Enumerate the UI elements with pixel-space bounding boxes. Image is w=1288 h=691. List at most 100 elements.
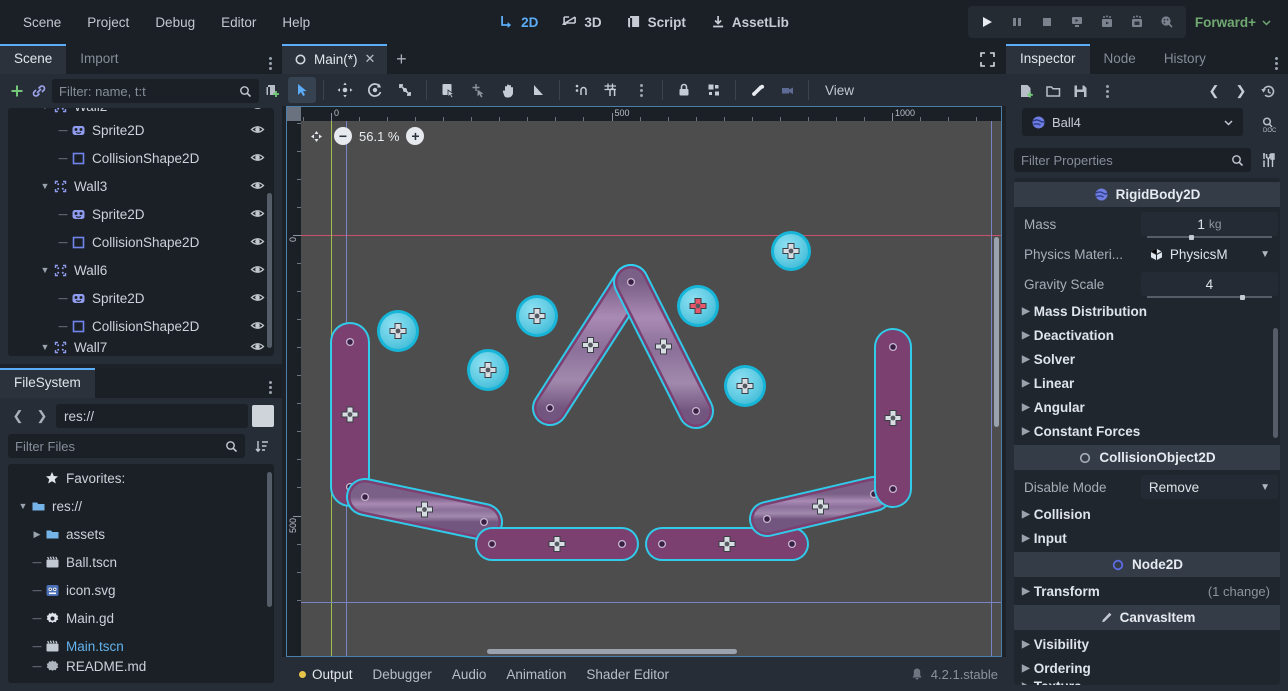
fs-back-button[interactable]: ❮ (8, 405, 28, 427)
viewport-horizontal-scrollbar[interactable] (487, 649, 737, 654)
attach-script-button[interactable] (263, 79, 281, 103)
chevron-right-icon[interactable]: ▶ (1022, 402, 1030, 413)
tab-node[interactable]: Node (1090, 44, 1150, 74)
chevron-right-icon[interactable]: ▶ (1022, 663, 1030, 674)
mode-script-button[interactable]: Script (616, 9, 696, 35)
ruler-tool-button[interactable] (524, 77, 552, 103)
add-scene-tab-button[interactable]: + (387, 44, 415, 74)
scene-tab-main[interactable]: Main(*) ✕ (282, 44, 387, 74)
scene-dock-menu-button[interactable] (259, 48, 282, 70)
canvas-2d[interactable] (301, 121, 1001, 656)
scene-tree-scrollbar[interactable] (267, 193, 272, 348)
visibility-toggle-icon[interactable] (250, 290, 266, 306)
pan-mode-button[interactable] (494, 77, 522, 103)
scene-filter-box[interactable] (52, 79, 259, 103)
ruler-measure-button[interactable] (464, 77, 492, 103)
history-back-button[interactable]: ❮ (1202, 79, 1226, 103)
tree-row[interactable]: —Sprite2D (8, 284, 274, 312)
fullscreen-icon[interactable] (979, 51, 996, 68)
visibility-toggle-icon[interactable] (250, 234, 266, 250)
property-dropdown[interactable]: Remove▼ (1141, 475, 1278, 499)
list-item[interactable]: —icon.svg (8, 576, 274, 604)
zoom-out-button[interactable]: − (334, 127, 352, 145)
instance-child-scene-button[interactable] (30, 79, 48, 103)
chevron-right-icon[interactable]: ▶ (1022, 509, 1030, 520)
inspector-dock-menu-button[interactable] (1265, 48, 1288, 70)
chevron-right-icon[interactable]: ▶ (1022, 426, 1030, 437)
chevron-right-icon[interactable]: ▶ (1022, 681, 1030, 686)
list-select-button[interactable] (434, 77, 462, 103)
select-mode-button[interactable] (288, 77, 316, 103)
visibility-toggle-icon[interactable] (250, 108, 266, 114)
filesystem-dock-menu-button[interactable] (259, 372, 282, 394)
property-section[interactable]: ▶Deactivation (1014, 323, 1280, 347)
run-specific-scene-button[interactable] (1123, 9, 1151, 35)
property-section[interactable]: ▶Transform(1 change) (1014, 579, 1280, 603)
toggle-snap-button[interactable] (567, 77, 595, 103)
filesystem-scrollbar[interactable] (267, 472, 272, 607)
fs-toggle-split-button[interactable] (252, 405, 274, 427)
bottom-panel-animation[interactable]: Animation (497, 663, 575, 686)
tab-scene[interactable]: Scene (0, 44, 66, 74)
tree-row[interactable]: ▼Wall2 (8, 108, 274, 116)
chevron-right-icon[interactable]: ▶ (30, 529, 44, 540)
mode-assetlib-button[interactable]: AssetLib (700, 9, 799, 35)
mode-2d-button[interactable]: 2D (489, 9, 548, 35)
wall-end-handle[interactable] (789, 541, 796, 548)
visibility-toggle-icon[interactable] (250, 262, 266, 278)
inspector-options-button[interactable] (1095, 79, 1119, 103)
wall-end-handle[interactable] (693, 408, 700, 415)
list-item[interactable]: —Main.tscn (8, 632, 274, 660)
tree-row[interactable]: —CollisionShape2D (8, 144, 274, 172)
chevron-right-icon[interactable]: ▶ (1022, 533, 1030, 544)
tab-filesystem[interactable]: FileSystem (0, 368, 95, 398)
wall-end-handle[interactable] (659, 541, 666, 548)
inspector-tools-button[interactable] (1256, 148, 1280, 172)
load-resource-button[interactable] (1041, 79, 1065, 103)
selected-node-selector[interactable]: Ball4 (1022, 108, 1243, 136)
wall-end-handle[interactable] (890, 344, 897, 351)
property-section[interactable]: ▶Texture (1014, 680, 1280, 685)
property-section[interactable]: ▶Solver (1014, 347, 1280, 371)
tree-row[interactable]: —Sprite2D (8, 200, 274, 228)
fs-filter-box[interactable] (8, 434, 245, 458)
property-value-field[interactable]: 1kg (1141, 212, 1278, 236)
inspector-filter-box[interactable] (1014, 148, 1251, 172)
property-slider[interactable] (1147, 296, 1272, 298)
visibility-toggle-icon[interactable] (250, 122, 266, 138)
tree-row[interactable]: ▼Wall3 (8, 172, 274, 200)
slider-knob[interactable] (1240, 295, 1245, 300)
list-item[interactable]: ▶assets (8, 520, 274, 548)
play-button[interactable] (973, 9, 1001, 35)
property-section[interactable]: ▶Collision (1014, 502, 1280, 526)
scene-tree[interactable]: ▼Wall2—Sprite2D—CollisionShape2D▼Wall3—S… (8, 108, 274, 356)
property-slider[interactable] (1147, 236, 1272, 238)
list-item[interactable]: —README.md (8, 660, 274, 672)
skeleton-options-button[interactable] (743, 77, 771, 103)
menu-scene[interactable]: Scene (12, 10, 72, 35)
visibility-toggle-icon[interactable] (250, 150, 266, 166)
tree-row[interactable]: ▼Wall6 (8, 256, 274, 284)
toggle-grid-button[interactable] (597, 77, 625, 103)
inspector-filter-input[interactable] (1021, 153, 1227, 168)
history-forward-button[interactable]: ❯ (1229, 79, 1253, 103)
visibility-toggle-icon[interactable] (250, 318, 266, 334)
pause-button[interactable] (1003, 9, 1031, 35)
play-custom-scene-button[interactable] (1093, 9, 1121, 35)
chevron-right-icon[interactable]: ▶ (1022, 639, 1030, 650)
center-icon[interactable] (305, 125, 327, 147)
mode-3d-button[interactable]: 3D (552, 9, 611, 35)
zoom-level-label[interactable]: 56.1 % (359, 129, 399, 144)
tab-import[interactable]: Import (66, 44, 132, 74)
property-section[interactable]: ▶Mass Distribution (1014, 299, 1280, 323)
tree-row[interactable]: —CollisionShape2D (8, 228, 274, 256)
resource-picker[interactable]: PhysicsM▼ (1141, 242, 1278, 266)
chevron-right-icon[interactable]: ▶ (1022, 354, 1030, 365)
visibility-toggle-icon[interactable] (250, 340, 266, 354)
lock-selected-button[interactable] (670, 77, 698, 103)
renderer-selector[interactable]: Forward+ (1189, 11, 1278, 34)
rotate-mode-button[interactable] (361, 77, 389, 103)
chevron-down-icon[interactable]: ▼ (38, 342, 52, 352)
wall-end-handle[interactable] (547, 405, 554, 412)
property-section[interactable]: ▶Visibility (1014, 632, 1280, 656)
